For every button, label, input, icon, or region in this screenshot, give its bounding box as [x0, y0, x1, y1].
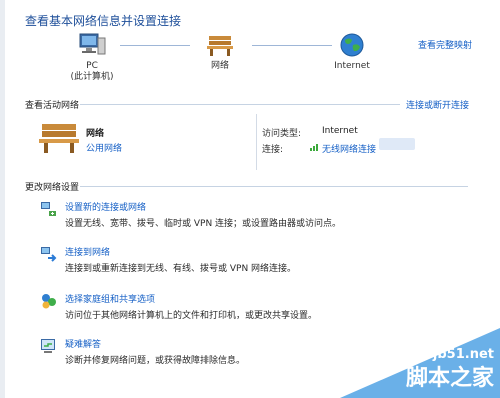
- access-type-label: 访问类型:: [262, 129, 302, 139]
- network-node-label: 网络: [210, 61, 229, 71]
- homegroup-link[interactable]: 选择家庭组和共享选项: [65, 292, 155, 305]
- troubleshoot-desc: 诊断并修复网络问题，或获得故障排除信息。: [65, 356, 246, 366]
- watermark-name: 脚本之家: [405, 366, 494, 391]
- change-settings-heading: 更改网络设置: [25, 183, 80, 193]
- view-full-map-link[interactable]: 查看完整映射: [418, 38, 472, 51]
- internet-node-label: Internet: [334, 61, 370, 71]
- wireless-connection-link[interactable]: 无线网络连接: [322, 142, 376, 155]
- homegroup-desc: 访问位于其他网络计算机上的文件和打印机，或更改共享设置。: [65, 311, 318, 321]
- redacted-ssid: [379, 138, 415, 150]
- connection-label: 连接:: [262, 145, 284, 155]
- connect-network-desc: 连接到或重新连接到无线、有线、拨号或 VPN 网络连接。: [65, 264, 297, 274]
- access-type-value: Internet: [322, 126, 358, 136]
- map-node-internet[interactable]: Internet: [330, 32, 374, 72]
- connect-network-link[interactable]: 连接到网络: [65, 245, 110, 258]
- site-watermark: jb51.net 脚本之家: [340, 328, 500, 398]
- section-divider: [80, 186, 468, 187]
- network-type-link[interactable]: 公用网络: [86, 141, 122, 154]
- signal-bars-icon: [310, 144, 318, 151]
- section-divider: [80, 104, 400, 105]
- bench-network-icon: [207, 36, 233, 56]
- vertical-divider: [256, 114, 257, 170]
- troubleshoot-link[interactable]: 疑难解答: [65, 337, 101, 350]
- bench-network-icon: [39, 124, 79, 153]
- new-connection-link[interactable]: 设置新的连接或网络: [65, 200, 146, 213]
- map-node-network[interactable]: 网络: [200, 32, 240, 72]
- map-link-line: [120, 45, 190, 46]
- left-nav-strip: [0, 0, 5, 398]
- page-title: 查看基本网络信息并设置连接: [25, 14, 182, 28]
- connect-network-icon: [41, 247, 57, 262]
- active-network-name: 网络: [86, 129, 105, 139]
- map-link-line-2: [252, 45, 332, 46]
- new-connection-desc: 设置无线、宽带、拨号、临时或 VPN 连接；或设置路由器或访问点。: [65, 219, 342, 229]
- new-connection-icon: [41, 202, 56, 216]
- pc-icon: [79, 33, 106, 55]
- troubleshoot-icon: [41, 339, 55, 353]
- pc-label: PC: [86, 61, 98, 71]
- homegroup-icon: [42, 294, 56, 309]
- active-networks-heading: 查看活动网络: [25, 101, 80, 111]
- connect-disconnect-link[interactable]: 连接或断开连接: [406, 98, 469, 111]
- map-node-pc[interactable]: PC (此计算机): [70, 32, 114, 83]
- globe-icon: [340, 33, 364, 57]
- pc-sublabel: (此计算机): [70, 72, 114, 82]
